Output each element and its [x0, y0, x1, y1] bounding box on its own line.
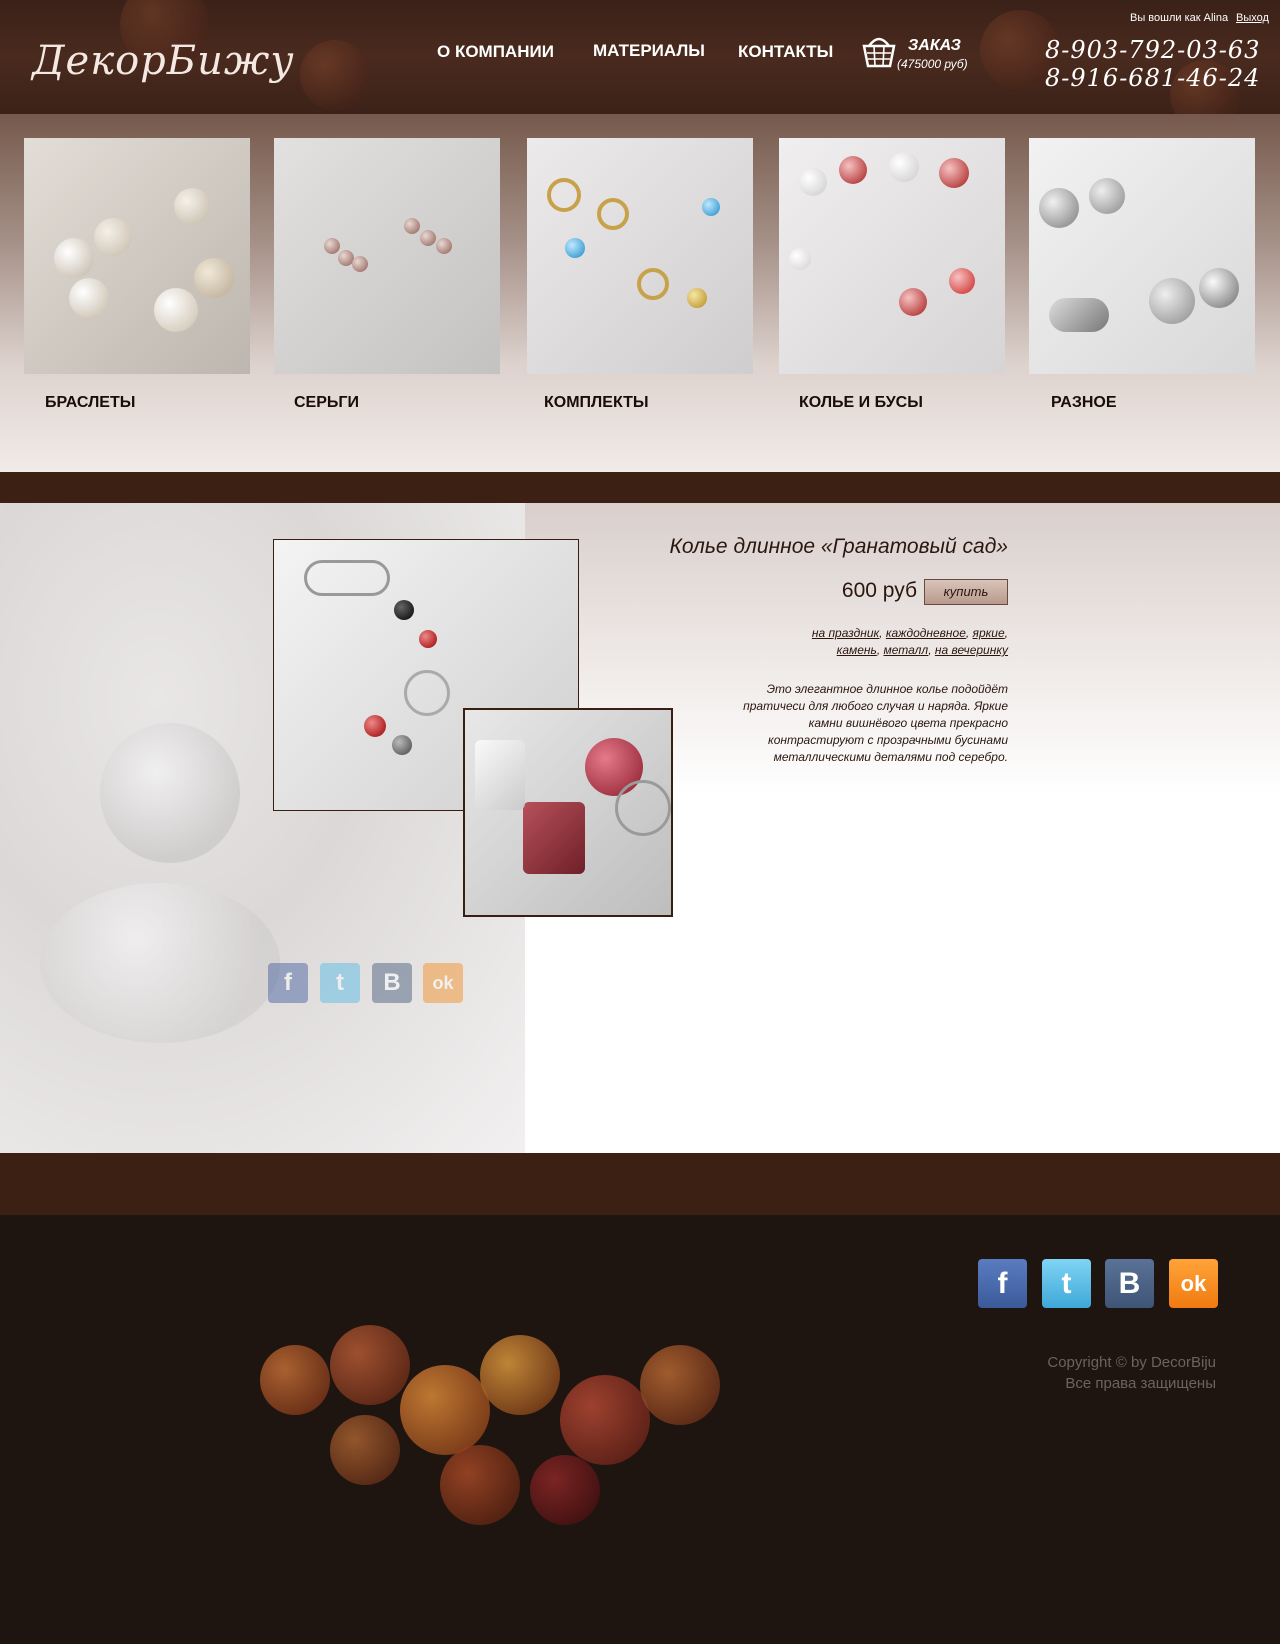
site-logo[interactable]: ДекорБижу	[32, 10, 302, 105]
product-description: Это элегантное длинное колье подойдёт пр…	[743, 682, 1008, 764]
product-zoom-photo[interactable]	[463, 708, 673, 917]
share-vk-icon[interactable]: B	[372, 963, 412, 1003]
copyright-text: Copyright © by DecorBiju	[1047, 1354, 1216, 1371]
divider-band	[0, 472, 1280, 503]
copyright: Copyright © by DecorBiju Все права защищ…	[900, 1352, 1216, 1394]
category-image-sets[interactable]	[527, 138, 753, 374]
category-section: БРАСЛЕТЫ СЕРЬГИ КОМПЛЕКТЫ КОЛЬЕ И БУСЫ Р…	[0, 114, 1280, 472]
product-section: Колье длинное «Гранатовый сад» 600 руб к…	[0, 503, 1280, 1153]
footer-vk-icon[interactable]: B	[1105, 1259, 1154, 1308]
buy-button[interactable]: купить	[924, 579, 1008, 605]
category-link-misc[interactable]: РАЗНОЕ	[1051, 394, 1117, 412]
basket-icon[interactable]	[862, 30, 896, 70]
phone-1: 8-903-792-03-63	[1045, 36, 1261, 64]
tag-link[interactable]: на вечеринку	[935, 643, 1008, 657]
product-tags: на праздник, каждодневное, яркие, камень…	[811, 626, 1008, 657]
share-twitter-icon[interactable]: t	[320, 963, 360, 1003]
nav-about[interactable]: О КОМПАНИИ	[437, 42, 554, 62]
category-link-bracelets[interactable]: БРАСЛЕТЫ	[45, 394, 135, 412]
share-odnoklassniki-icon[interactable]: ok	[423, 963, 463, 1003]
tag-link[interactable]: на праздник	[812, 626, 879, 640]
category-image-necklaces[interactable]	[779, 138, 1005, 374]
category-image-bracelets[interactable]	[24, 138, 250, 374]
tag-link[interactable]: камень	[837, 643, 877, 657]
phone-2: 8-916-681-46-24	[1045, 64, 1261, 92]
footer-facebook-icon[interactable]: f	[978, 1259, 1027, 1308]
product-price: 600 руб	[841, 579, 917, 602]
share-facebook-icon[interactable]: f	[268, 963, 308, 1003]
footer-odnoklassniki-icon[interactable]: ok	[1169, 1259, 1218, 1308]
category-link-sets[interactable]: КОМПЛЕКТЫ	[544, 394, 649, 412]
category-image-misc[interactable]	[1029, 138, 1255, 374]
category-link-earrings[interactable]: СЕРЬГИ	[294, 394, 359, 412]
footer-twitter-icon[interactable]: t	[1042, 1259, 1091, 1308]
divider-band	[0, 1153, 1280, 1215]
cart-title[interactable]: ЗАКАЗ	[908, 37, 961, 55]
rights-text: Все права защищены	[1065, 1375, 1216, 1392]
tag-link[interactable]: яркие	[973, 626, 1005, 640]
logo-text: ДекорБижу	[32, 38, 295, 84]
cart-total: (475000 руб)	[897, 57, 968, 71]
category-image-earrings[interactable]	[274, 138, 500, 374]
nav-materials[interactable]: МАТЕРИАЛЫ	[593, 41, 705, 61]
logout-link[interactable]: Выход	[1236, 12, 1269, 24]
product-title: Колье длинное «Гранатовый сад»	[669, 535, 1008, 558]
logged-in-text: Вы вошли как Alina	[1130, 12, 1229, 24]
header-decor	[300, 40, 370, 110]
nav-contacts[interactable]: КОНТАКТЫ	[738, 42, 833, 62]
category-link-necklaces[interactable]: КОЛЬЕ И БУСЫ	[799, 394, 923, 412]
site-header: ДекорБижу О КОМПАНИИ МАТЕРИАЛЫ КОНТАКТЫ …	[0, 0, 1280, 114]
tag-link[interactable]: каждодневное	[886, 626, 966, 640]
tag-link[interactable]: металл	[884, 643, 929, 657]
site-footer: f t B ok Copyright © by DecorBiju Все пр…	[0, 1215, 1280, 1644]
